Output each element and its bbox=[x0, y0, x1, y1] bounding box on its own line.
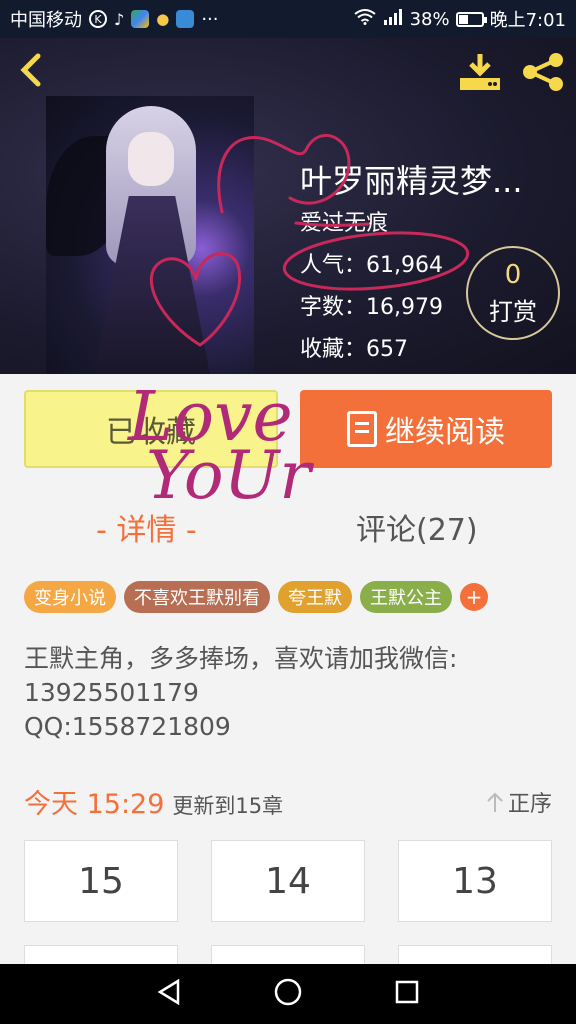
chapter-button[interactable]: 14 bbox=[211, 840, 365, 922]
tag[interactable]: 夸王默 bbox=[278, 581, 352, 613]
update-time: 今天 15:29 bbox=[24, 789, 165, 820]
book-header: 叶罗丽精灵梦... 爱过无痕 人气：61,964 字数：16,979 收藏：65… bbox=[0, 38, 576, 374]
square-recents-icon bbox=[396, 980, 419, 1004]
download-icon bbox=[460, 54, 500, 90]
battery-icon bbox=[455, 11, 487, 27]
tag-list: 变身小说 不喜欢王默别看 夸王默 王默公主 + bbox=[24, 581, 488, 613]
chevron-left-icon bbox=[20, 53, 41, 87]
continue-reading-button[interactable]: 继续阅读 bbox=[300, 390, 552, 468]
book-description: 王默主角，多多捧场，喜欢请加我微信: 13925501179 QQ:155872… bbox=[24, 644, 458, 741]
book-app-icon bbox=[176, 10, 195, 28]
nav-back-button[interactable] bbox=[156, 978, 182, 1010]
book-icon bbox=[347, 411, 377, 447]
favorited-button[interactable]: 已收藏 bbox=[24, 390, 278, 468]
tag[interactable]: 变身小说 bbox=[24, 581, 116, 613]
signal-icon bbox=[382, 8, 404, 30]
tab-comments[interactable]: 评论(27) bbox=[356, 505, 478, 549]
nav-home-button[interactable] bbox=[273, 977, 303, 1011]
update-info: 今天 15:29 更新到15章 正序 bbox=[24, 782, 552, 821]
add-tag-button[interactable]: + bbox=[460, 583, 488, 611]
play-store-icon bbox=[131, 10, 150, 28]
nav-recents-button[interactable] bbox=[394, 979, 420, 1009]
wifi-icon bbox=[353, 8, 376, 30]
arrow-up-icon bbox=[487, 792, 503, 812]
circle-home-icon bbox=[274, 978, 302, 1006]
sort-order-button[interactable]: 正序 bbox=[486, 786, 552, 818]
battery-percent: 38% bbox=[409, 8, 450, 30]
favorites-stat: 收藏：657 bbox=[300, 337, 409, 362]
tag[interactable]: 王默公主 bbox=[360, 581, 452, 613]
download-button[interactable] bbox=[458, 52, 502, 92]
share-icon bbox=[523, 53, 563, 91]
triangle-back-icon bbox=[157, 978, 179, 1006]
chapter-button[interactable]: 15 bbox=[24, 840, 178, 922]
bulb-icon: ● bbox=[156, 10, 170, 28]
popularity-stat: 人气：61,964 bbox=[300, 253, 443, 278]
clock: 晚上7:01 bbox=[489, 10, 566, 31]
update-text: 更新到15章 bbox=[172, 794, 284, 818]
word-count-stat: 字数：16,979 bbox=[300, 295, 443, 320]
tiktok-icon: ♪ bbox=[114, 9, 125, 29]
system-nav-bar bbox=[0, 964, 576, 1024]
reward-label: 打赏 bbox=[489, 298, 537, 326]
reward-count: 0 bbox=[504, 260, 522, 290]
reward-button[interactable]: 0 打赏 bbox=[466, 246, 560, 340]
status-bar: 中国移动 K ♪ ● ··· 38% 晚上7:01 bbox=[0, 0, 576, 38]
carrier-label: 中国移动 bbox=[10, 10, 82, 31]
share-button[interactable] bbox=[520, 52, 566, 92]
tab-details[interactable]: - 详情 - bbox=[96, 505, 197, 549]
chapter-button[interactable]: 13 bbox=[398, 840, 552, 922]
more-icon: ··· bbox=[201, 8, 219, 30]
book-cover-image[interactable] bbox=[46, 96, 254, 374]
k-app-icon: K bbox=[89, 10, 107, 28]
tag[interactable]: 不喜欢王默别看 bbox=[124, 581, 270, 613]
book-author[interactable]: 爱过无痕 bbox=[300, 205, 388, 237]
book-title: 叶罗丽精灵梦... bbox=[300, 162, 523, 200]
back-button[interactable] bbox=[14, 52, 50, 88]
